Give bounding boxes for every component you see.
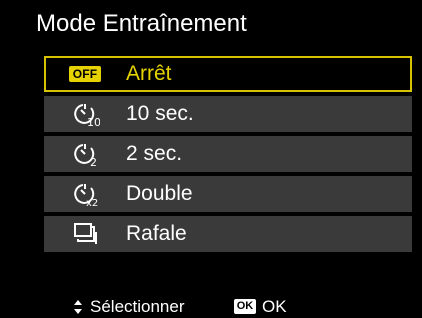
menu-item-label: Double [126,182,193,205]
menu-item-double[interactable]: x2 Double [44,176,412,212]
up-down-arrows-icon [74,300,82,314]
menu-item-label: 2 sec. [126,142,183,165]
menu-item-off[interactable]: OFF Arrêt [44,56,412,92]
svg-text:x2: x2 [86,198,98,208]
off-badge-text: OFF [68,66,102,82]
burst-icon [70,220,100,248]
self-timer-10s-icon: 10 [70,100,100,128]
camera-menu-screen: Mode Entraînement OFF Arrêt 10 10 sec. 2… [0,0,422,318]
ok-hint-label: OK [262,297,287,316]
self-timer-2s-icon: 2 [70,140,100,168]
menu-title: Mode Entraînement [36,10,247,37]
self-timer-double-icon: x2 [70,180,100,208]
title-bar: Mode Entraînement [0,0,422,48]
menu-item-burst[interactable]: Rafale [44,216,412,252]
menu-item-label: Arrêt [126,62,172,85]
off-badge-icon: OFF [68,60,102,88]
menu-item-2sec[interactable]: 2 2 sec. [44,136,412,172]
ok-button-icon: OK [234,299,256,314]
menu-item-10sec[interactable]: 10 10 sec. [44,96,412,132]
menu-item-label: Rafale [126,222,187,245]
hint-bar: Sélectionner OK OK [0,296,422,318]
svg-text:10: 10 [87,116,100,128]
svg-text:2: 2 [90,156,97,168]
select-hint-label: Sélectionner [90,297,185,316]
menu-item-label: 10 sec. [126,102,194,125]
